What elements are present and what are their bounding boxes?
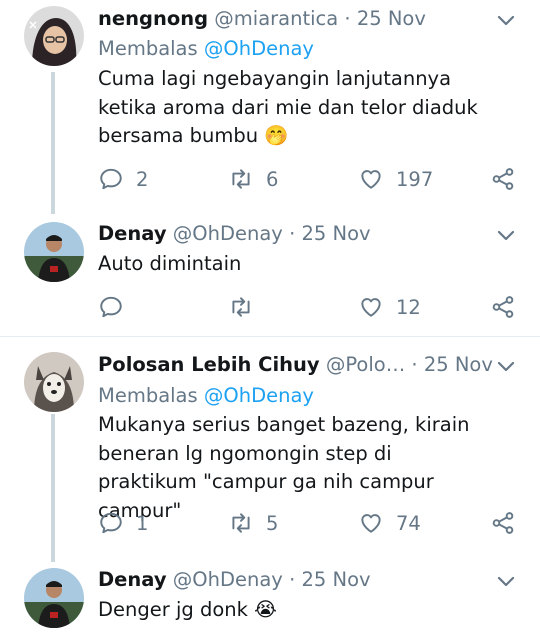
tweet-header: Denay @OhDenay · 25 Nov: [98, 221, 371, 247]
tweet-text: Cuma lagi ngebayangin lanjutannya ketika…: [98, 65, 498, 151]
display-name[interactable]: Polosan Lebih Cihuy: [98, 353, 320, 376]
tweet-4[interactable]: Denay @OhDenay · 25 Nov Denger jg donk 😭: [0, 562, 540, 637]
like-button[interactable]: 12: [358, 294, 421, 320]
tweet-header: Denay @OhDenay · 25 Nov: [98, 567, 371, 593]
share-icon: [492, 168, 514, 190]
thread-line: [51, 414, 55, 562]
reply-button[interactable]: 2: [98, 166, 148, 192]
heart-icon: [361, 170, 381, 189]
chevron-down-icon[interactable]: [496, 356, 516, 376]
thread-line: [51, 72, 55, 214]
like-count: 74: [396, 511, 421, 535]
emoji: 😭: [254, 598, 277, 621]
display-name[interactable]: Denay: [98, 222, 167, 245]
timestamp[interactable]: 25 Nov: [301, 568, 370, 591]
tweet-text: Denger jg donk 😭: [98, 596, 498, 625]
reply-button[interactable]: 1: [98, 510, 148, 536]
share-button[interactable]: [490, 294, 516, 320]
share-icon: [492, 296, 514, 318]
tweet-1[interactable]: nengnong @miarantica · 25 Nov Membalas @…: [0, 0, 540, 214]
reply-count: 1: [136, 511, 149, 535]
handle[interactable]: @OhDenay: [173, 568, 283, 591]
reply-icon: [100, 512, 122, 534]
tweet-text-content: Denger jg donk: [98, 598, 248, 621]
separator-dot: ·: [289, 568, 296, 591]
retweet-count: 5: [266, 511, 279, 535]
chevron-down-icon[interactable]: [496, 225, 516, 245]
tweet-2[interactable]: Denay @OhDenay · 25 Nov Auto dimintain 1…: [0, 214, 540, 336]
retweet-icon: [232, 297, 250, 317]
timestamp[interactable]: 25 Nov: [424, 353, 493, 376]
like-count: 197: [396, 167, 434, 191]
display-name[interactable]: Denay: [98, 568, 167, 591]
retweet-icon: [232, 513, 250, 533]
retweet-count: 6: [266, 167, 279, 191]
reply-icon: [100, 296, 122, 318]
share-icon: [492, 512, 514, 534]
handle[interactable]: @miarantica: [214, 7, 338, 30]
heart-icon: [361, 298, 381, 317]
tweet-header: Polosan Lebih Cihuy @Polo… · 25 Nov: [98, 352, 493, 378]
retweet-button[interactable]: 6: [228, 166, 278, 192]
separator-dot: ·: [344, 7, 351, 30]
separator-dot: ·: [411, 353, 418, 376]
tweet-text: Mukanya serius banget bazeng, kirain ben…: [98, 413, 470, 522]
retweet-button[interactable]: [228, 294, 266, 320]
share-button[interactable]: [490, 510, 516, 536]
replying-to: Membalas @OhDenay: [98, 383, 314, 409]
tweet-3[interactable]: Polosan Lebih Cihuy @Polo… · 25 Nov Memb…: [0, 344, 540, 562]
reply-button[interactable]: [98, 294, 136, 320]
divider: [0, 336, 540, 337]
display-name[interactable]: nengnong: [98, 7, 208, 30]
reply-icon: [100, 168, 122, 190]
avatar[interactable]: [24, 568, 84, 628]
mention-link[interactable]: @OhDenay: [204, 384, 314, 407]
avatar[interactable]: [24, 222, 84, 282]
timestamp[interactable]: 25 Nov: [301, 222, 370, 245]
like-count: 12: [396, 295, 421, 319]
heart-icon: [361, 514, 381, 533]
timestamp[interactable]: 25 Nov: [357, 7, 426, 30]
separator-dot: ·: [289, 222, 296, 245]
retweet-button[interactable]: 5: [228, 510, 278, 536]
chevron-down-icon[interactable]: [496, 10, 516, 30]
replying-to-label: Membalas: [98, 37, 198, 60]
retweet-icon: [232, 169, 250, 189]
share-button[interactable]: [490, 166, 516, 192]
handle[interactable]: @Polo…: [326, 353, 405, 376]
emoji: 🤭: [264, 124, 289, 147]
reply-count: 2: [136, 167, 149, 191]
like-button[interactable]: 74: [358, 510, 421, 536]
chevron-down-icon[interactable]: [496, 571, 516, 591]
mention-link[interactable]: @OhDenay: [204, 37, 314, 60]
avatar[interactable]: [24, 6, 84, 66]
handle[interactable]: @OhDenay: [173, 222, 283, 245]
replying-to-label: Membalas: [98, 384, 198, 407]
like-button[interactable]: 197: [358, 166, 433, 192]
tweet-text: Auto dimintain: [98, 252, 242, 275]
replying-to: Membalas @OhDenay: [98, 36, 314, 62]
avatar[interactable]: [24, 352, 84, 412]
tweet-header: nengnong @miarantica · 25 Nov: [98, 6, 426, 32]
